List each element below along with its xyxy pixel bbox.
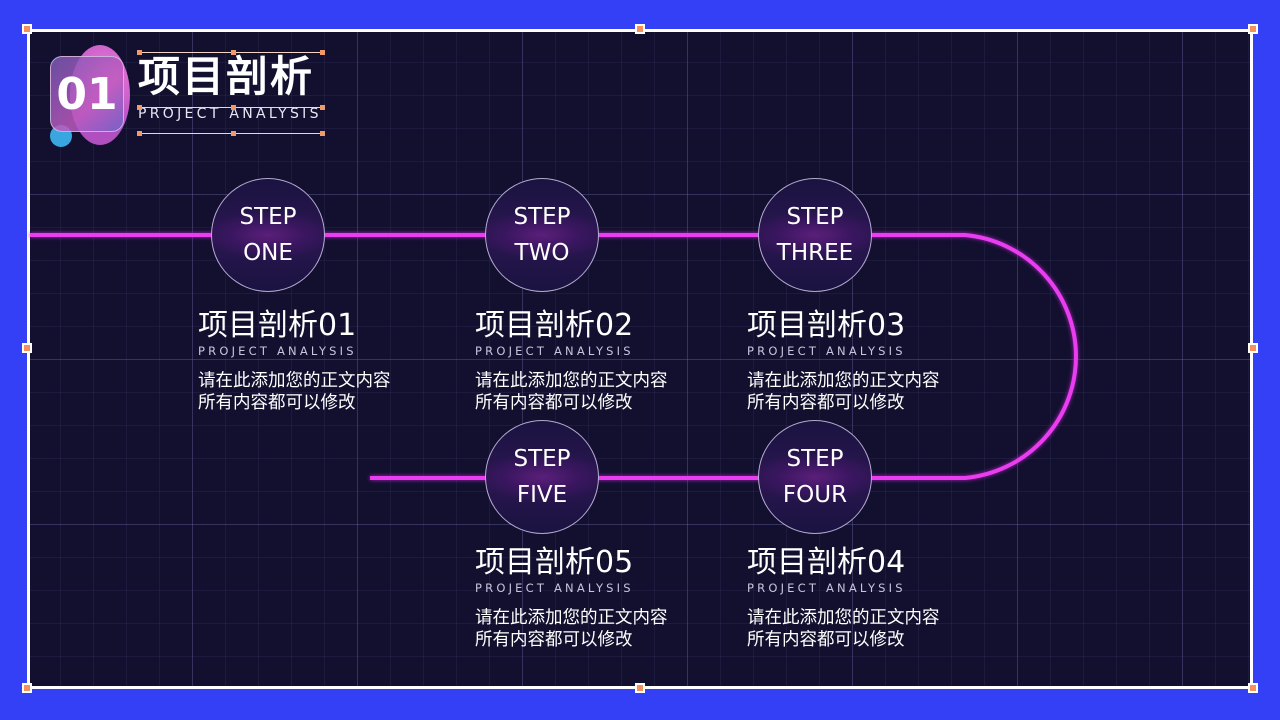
- step-label: STEP: [513, 446, 571, 472]
- step-label: STEP: [513, 204, 571, 230]
- block-desc-line: 所有内容都可以修改: [475, 393, 633, 413]
- step-label: STEP: [239, 204, 297, 230]
- block-desc: 请在此添加您的正文内容 所有内容都可以修改: [475, 370, 668, 414]
- resize-handle-top-left[interactable]: [22, 24, 32, 34]
- text-handle[interactable]: [137, 105, 142, 110]
- step-circle-three[interactable]: STEP THREE: [758, 178, 872, 292]
- resize-handle-top-right[interactable]: [1248, 24, 1258, 34]
- block-desc: 请在此添加您的正文内容 所有内容都可以修改: [475, 607, 668, 651]
- block-title: 项目剖析01: [198, 308, 357, 343]
- block-desc-line: 所有内容都可以修改: [747, 393, 905, 413]
- text-handle[interactable]: [320, 131, 325, 136]
- section-subtitle-text: PROJECT ANALYSIS: [138, 106, 322, 122]
- resize-handle-bottom-right[interactable]: [1248, 683, 1258, 693]
- resize-handle-top-center[interactable]: [635, 24, 645, 34]
- resize-handle-bottom-center[interactable]: [635, 683, 645, 693]
- block-desc-line: 请在此添加您的正文内容: [198, 371, 391, 391]
- block-desc-line: 请在此添加您的正文内容: [747, 371, 940, 391]
- step-number: TWO: [514, 240, 570, 266]
- step-number: FOUR: [782, 482, 848, 508]
- step-number: THREE: [776, 240, 854, 266]
- block-subtitle: PROJECT ANALYSIS: [475, 581, 634, 595]
- step-text-block-03[interactable]: 项目剖析03 PROJECT ANALYSIS 请在此添加您的正文内容 所有内容都…: [747, 309, 940, 414]
- resize-handle-middle-left[interactable]: [22, 343, 32, 353]
- step-number: ONE: [243, 240, 293, 266]
- step-circle-four[interactable]: STEP FOUR: [758, 420, 872, 534]
- step-text-block-05[interactable]: 项目剖析05 PROJECT ANALYSIS 请在此添加您的正文内容 所有内容都…: [475, 546, 668, 651]
- text-handle[interactable]: [231, 50, 236, 55]
- block-desc-line: 所有内容都可以修改: [747, 630, 905, 650]
- text-handle[interactable]: [137, 50, 142, 55]
- block-desc-line: 所有内容都可以修改: [475, 630, 633, 650]
- step-text-block-04[interactable]: 项目剖析04 PROJECT ANALYSIS 请在此添加您的正文内容 所有内容都…: [747, 546, 940, 651]
- step-text-block-02[interactable]: 项目剖析02 PROJECT ANALYSIS 请在此添加您的正文内容 所有内容都…: [475, 309, 668, 414]
- block-desc-line: 请在此添加您的正文内容: [475, 608, 668, 628]
- step-label: STEP: [786, 204, 844, 230]
- resize-handle-bottom-left[interactable]: [22, 683, 32, 693]
- step-label: STEP: [786, 446, 844, 472]
- step-circle-five[interactable]: STEP FIVE: [485, 420, 599, 534]
- block-subtitle: PROJECT ANALYSIS: [198, 344, 357, 358]
- text-handle[interactable]: [231, 105, 236, 110]
- text-handle[interactable]: [231, 131, 236, 136]
- block-desc-line: 请在此添加您的正文内容: [747, 608, 940, 628]
- section-number-badge: 01: [50, 56, 124, 132]
- text-handle[interactable]: [137, 131, 142, 136]
- step-circle-one[interactable]: STEP ONE: [211, 178, 325, 292]
- block-title: 项目剖析04: [747, 545, 906, 580]
- block-title: 项目剖析02: [475, 308, 634, 343]
- section-title[interactable]: 项目剖析 PROJECT ANALYSIS: [138, 52, 322, 122]
- block-desc: 请在此添加您的正文内容 所有内容都可以修改: [747, 607, 940, 651]
- text-handle[interactable]: [320, 50, 325, 55]
- block-desc-line: 所有内容都可以修改: [198, 393, 356, 413]
- block-title: 项目剖析03: [747, 308, 906, 343]
- step-number: FIVE: [516, 482, 568, 508]
- block-desc: 请在此添加您的正文内容 所有内容都可以修改: [198, 370, 391, 414]
- block-title: 项目剖析05: [475, 545, 634, 580]
- block-desc: 请在此添加您的正文内容 所有内容都可以修改: [747, 370, 940, 414]
- section-title-text: 项目剖析: [138, 52, 315, 101]
- text-handle[interactable]: [320, 105, 325, 110]
- badge-number: 01: [56, 68, 118, 120]
- block-subtitle: PROJECT ANALYSIS: [475, 344, 634, 358]
- block-desc-line: 请在此添加您的正文内容: [475, 371, 668, 391]
- step-circle-two[interactable]: STEP TWO: [485, 178, 599, 292]
- block-subtitle: PROJECT ANALYSIS: [747, 581, 906, 595]
- step-text-block-01[interactable]: 项目剖析01 PROJECT ANALYSIS 请在此添加您的正文内容 所有内容都…: [198, 309, 391, 414]
- resize-handle-middle-right[interactable]: [1248, 343, 1258, 353]
- block-subtitle: PROJECT ANALYSIS: [747, 344, 906, 358]
